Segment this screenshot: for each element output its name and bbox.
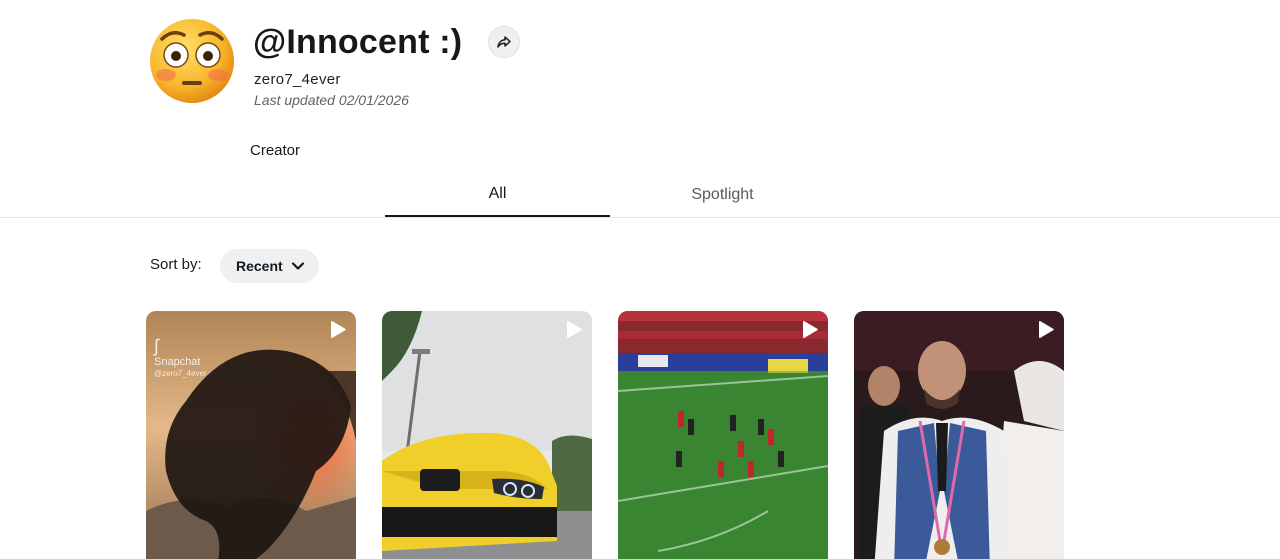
sort-label: Sort by: (150, 256, 202, 273)
profile-role: Creator (250, 142, 301, 159)
play-icon (1039, 321, 1054, 338)
spotlight-tile[interactable]: ∫ Snapchat @zero7_4ever (146, 311, 356, 559)
sort-selected-value: Recent (236, 258, 283, 274)
football-match-thumbnail (618, 311, 828, 559)
username: zero7_4ever (254, 71, 341, 88)
watermark-brand: Snapchat (154, 356, 201, 368)
page-title: @Innocent :) (253, 23, 463, 61)
tabs-divider (0, 217, 1280, 218)
tab-all[interactable]: All (385, 173, 610, 217)
last-updated: Last updated 02/01/2026 (254, 92, 409, 108)
play-icon (331, 321, 346, 338)
sort-dropdown[interactable]: Recent (220, 249, 319, 283)
share-button[interactable] (488, 26, 520, 58)
play-icon (567, 321, 582, 338)
chevron-down-icon (291, 262, 304, 270)
spotlight-tile[interactable] (382, 311, 592, 559)
watermark-user: @zero7_4ever (154, 369, 207, 378)
profile-page: @Innocent :) zero7_4ever Last updated 02… (0, 0, 1280, 559)
spotlight-tile[interactable] (618, 311, 828, 559)
play-icon (803, 321, 818, 338)
avatar (150, 19, 234, 103)
ghost-icon: ∫ (154, 336, 159, 356)
spotlight-tile[interactable] (854, 311, 1064, 559)
tab-spotlight[interactable]: Spotlight (610, 173, 835, 217)
man-in-vest-thumbnail (854, 311, 1064, 559)
share-arrow-icon (497, 36, 511, 48)
yellow-car-thumbnail (382, 311, 592, 559)
snapchat-watermark: ∫ Snapchat @zero7_4ever (154, 335, 207, 379)
